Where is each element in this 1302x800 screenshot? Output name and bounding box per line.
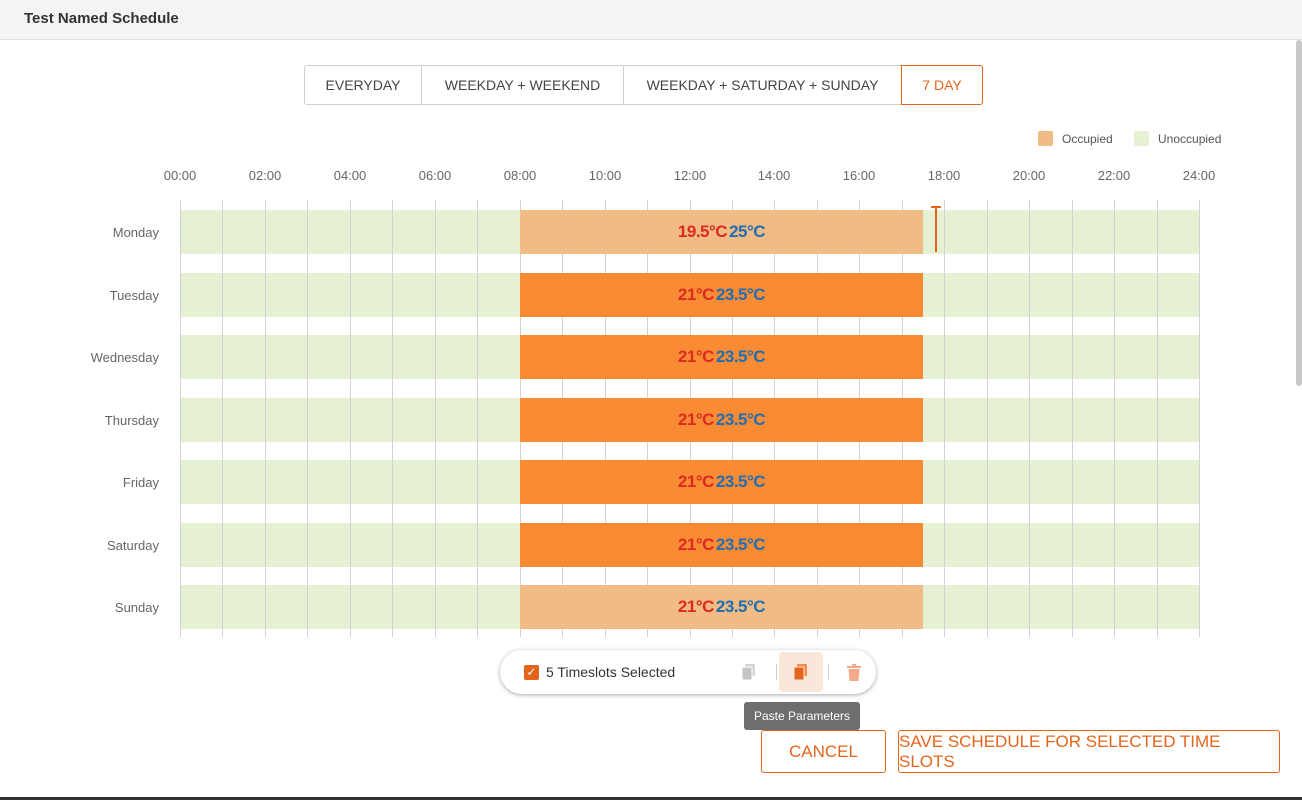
hour-label: 20:00	[1012, 168, 1046, 183]
hour-label: 02:00	[248, 168, 282, 183]
hour-gridline	[307, 200, 308, 637]
toolbar-divider	[776, 664, 777, 680]
low-setpoint: 21°C	[677, 347, 714, 366]
low-setpoint: 21°C	[677, 409, 714, 429]
legend-unoccupied-label: Unoccupied	[1158, 131, 1222, 146]
hour-label: 12:00	[673, 168, 707, 183]
scrollbar[interactable]	[1294, 40, 1302, 800]
hour-gridline	[944, 200, 945, 637]
occupied-swatch	[1038, 131, 1053, 146]
hour-gridline	[350, 200, 351, 637]
occupied-timeslot[interactable]: 21°C 23.5°C	[520, 460, 923, 504]
mode-everyday-button[interactable]: EVERYDAY	[304, 65, 422, 105]
hour-gridline	[987, 200, 988, 637]
occupied-timeslot[interactable]: 21°C 23.5°C	[520, 397, 923, 442]
day-label: Sunday	[114, 600, 159, 615]
high-setpoint: 23.5°C	[715, 534, 766, 554]
day-label: Wednesday	[90, 350, 159, 365]
day-label: Tuesday	[109, 287, 159, 303]
high-setpoint: 23.5°C	[715, 597, 766, 616]
hour-label: 10:00	[588, 168, 622, 183]
hour-label: 04:00	[333, 168, 367, 183]
hour-label: 22:00	[1097, 168, 1131, 183]
occupied-timeslot[interactable]: 21°C 23.5°C	[520, 272, 923, 317]
hour-label: 18:00	[927, 168, 961, 183]
save-schedule-button[interactable]: SAVE SCHEDULE FOR SELECTED TIME SLOTS	[898, 730, 1280, 773]
high-setpoint: 23.5°C	[715, 409, 766, 429]
copy-icon[interactable]	[739, 662, 759, 682]
hour-gridline	[477, 200, 478, 637]
hour-gridline	[1199, 200, 1200, 637]
hour-label: 14:00	[757, 168, 791, 183]
day-label: Friday	[122, 475, 159, 490]
toolbar-divider	[828, 664, 829, 680]
low-setpoint: 21°C	[677, 472, 714, 491]
hour-label: 08:00	[503, 168, 537, 183]
day-label: Monday	[112, 225, 159, 240]
high-setpoint: 25°C	[729, 222, 766, 241]
hour-gridline	[392, 200, 393, 637]
low-setpoint: 21°C	[677, 597, 714, 616]
legend-occupied-label: Occupied	[1062, 131, 1113, 146]
legend-occupied: Occupied	[1038, 131, 1113, 146]
hour-gridline	[265, 200, 266, 637]
day-label: Thursday	[104, 412, 159, 428]
occupied-timeslot[interactable]: 21°C 23.5°C	[520, 335, 923, 379]
occupied-timeslot[interactable]: 21°C 23.5°C	[520, 585, 923, 629]
mode-7-day-button[interactable]: 7 DAY	[901, 65, 983, 105]
day-label: Saturday	[106, 537, 159, 553]
high-setpoint: 23.5°C	[715, 347, 766, 366]
hour-gridline	[222, 200, 223, 637]
low-setpoint: 21°C	[677, 284, 714, 304]
legend-unoccupied: Unoccupied	[1134, 131, 1221, 146]
paste-parameters-tooltip: Paste Parameters	[744, 702, 861, 730]
occupied-timeslot[interactable]: 21°C 23.5°C	[520, 522, 923, 567]
schedule-title: Test Named Schedule	[24, 10, 179, 27]
paste-icon[interactable]	[791, 662, 811, 682]
occupied-timeslot[interactable]: 19.5°C 25°C	[520, 210, 923, 254]
low-setpoint: 19.5°C	[677, 222, 728, 241]
select-all-checkbox[interactable]: ✓	[524, 665, 539, 680]
hour-gridline	[180, 200, 181, 637]
mode-weekday-saturday-sunday-button[interactable]: WEEKDAY + SATURDAY + SUNDAY	[624, 65, 902, 105]
cancel-button[interactable]: CANCEL	[761, 730, 886, 773]
schedule-mode-group: EVERYDAY WEEKDAY + WEEKEND WEEKDAY + SAT…	[304, 65, 983, 105]
current-time-marker	[931, 206, 941, 252]
trash-icon[interactable]	[844, 662, 864, 682]
high-setpoint: 23.5°C	[715, 284, 766, 304]
selected-count-label: 5 Timeslots Selected	[546, 664, 676, 680]
hour-gridline	[1029, 200, 1030, 637]
low-setpoint: 21°C	[677, 534, 714, 554]
hour-label: 16:00	[842, 168, 876, 183]
scrollbar-thumb[interactable]	[1296, 40, 1302, 386]
hour-gridline	[1157, 200, 1158, 637]
unoccupied-swatch	[1134, 131, 1149, 146]
mode-weekday-weekend-button[interactable]: WEEKDAY + WEEKEND	[422, 65, 624, 105]
hour-label: 00:00	[163, 168, 197, 183]
hour-label: 24:00	[1182, 168, 1216, 183]
hour-gridline	[1072, 200, 1073, 637]
hour-label: 06:00	[418, 168, 452, 183]
dialog-header: Test Named Schedule	[0, 0, 1302, 40]
high-setpoint: 23.5°C	[715, 472, 766, 491]
hour-gridline	[1114, 200, 1115, 637]
selection-toolbar: ✓ 5 Timeslots Selected	[500, 650, 876, 694]
hour-gridline	[435, 200, 436, 637]
